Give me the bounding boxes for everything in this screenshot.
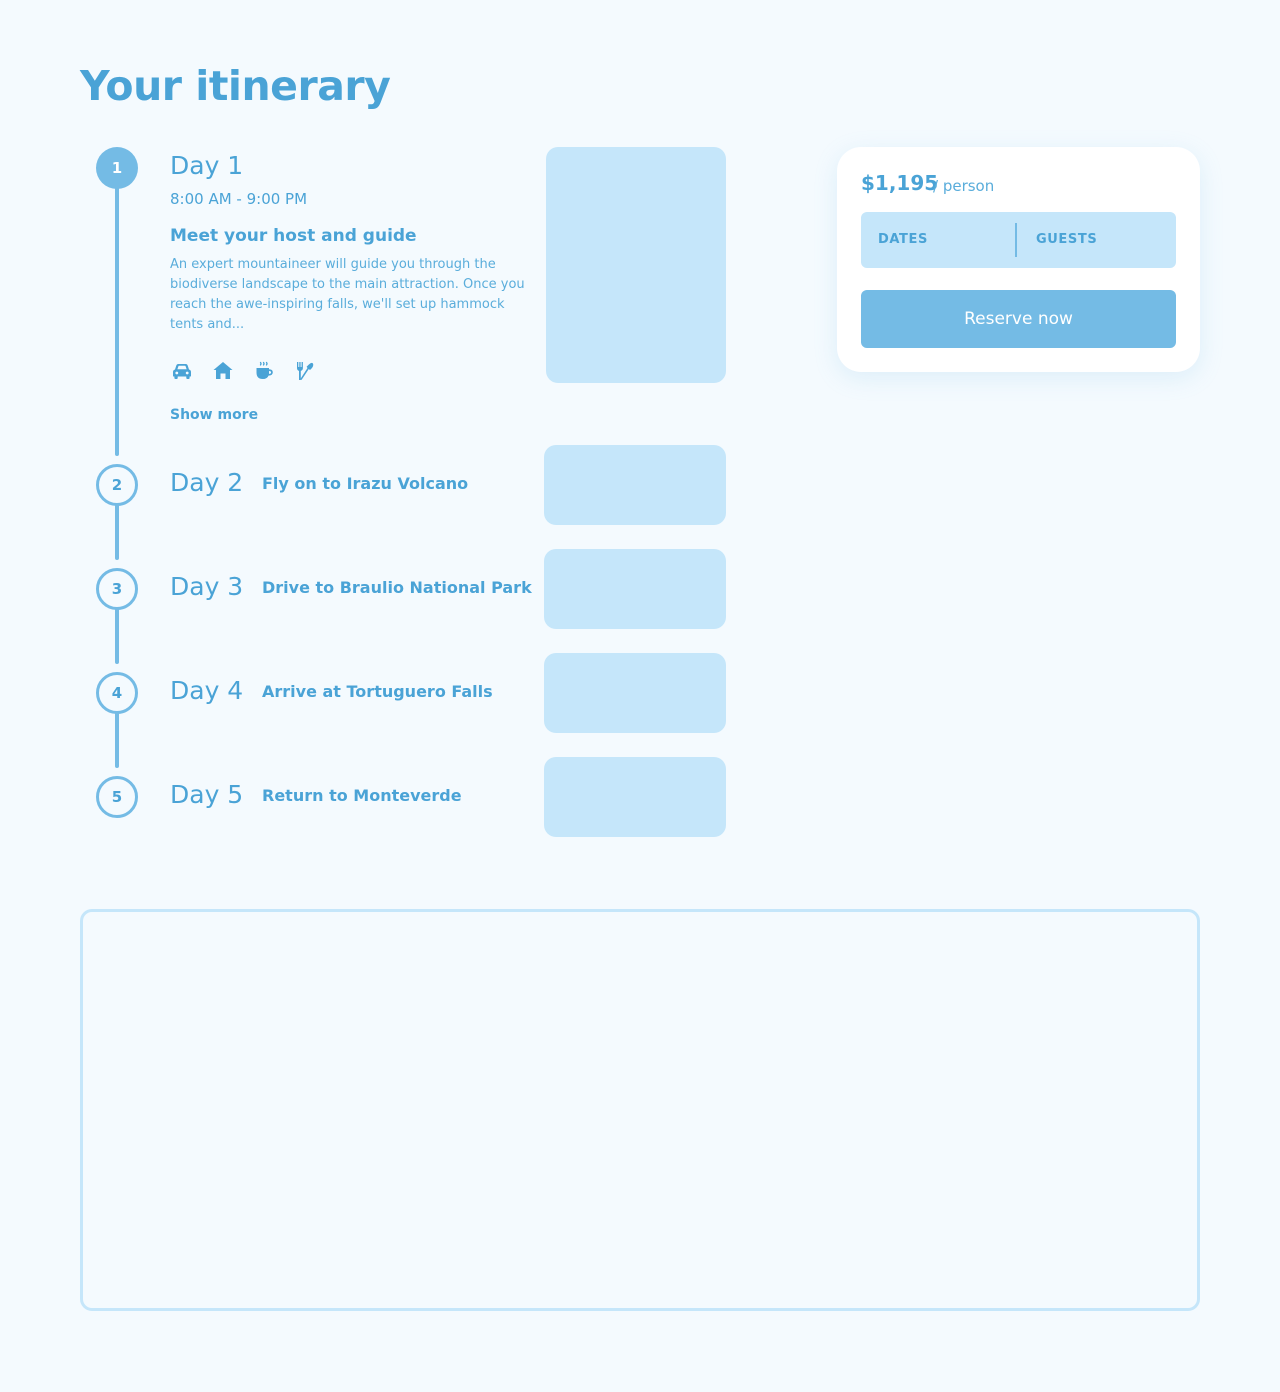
day-5-subtitle: Return to Monteverde xyxy=(262,786,462,805)
day-4-image xyxy=(544,653,726,733)
day-4-subtitle: Arrive at Tortuguero Falls xyxy=(262,682,493,701)
show-more-link[interactable]: Show more xyxy=(170,407,258,423)
car-icon xyxy=(173,364,191,379)
day-3-title[interactable]: Day 3 xyxy=(170,572,243,601)
timeline-line xyxy=(115,170,119,456)
dining-icon xyxy=(297,362,314,380)
day-4-title[interactable]: Day 4 xyxy=(170,676,243,705)
dates-field[interactable]: DATES xyxy=(878,232,928,247)
amenities-list xyxy=(170,359,317,383)
day-2-step-marker[interactable]: 2 xyxy=(96,464,138,506)
day-1-description: An expert mountaineer will guide you thr… xyxy=(170,257,525,332)
day-2-subtitle: Fly on to Irazu Volcano xyxy=(262,474,469,493)
day-2-image xyxy=(544,445,726,525)
price: $1,195 xyxy=(861,171,939,195)
day-1-heading: Meet your host and guide xyxy=(170,226,417,246)
house-icon xyxy=(213,362,233,379)
guests-field[interactable]: GUESTS xyxy=(1036,232,1097,247)
day-5-image xyxy=(544,757,726,837)
content-panel xyxy=(80,909,1200,1311)
day-3-step-marker[interactable]: 3 xyxy=(96,568,138,610)
day-2-title[interactable]: Day 2 xyxy=(170,468,243,497)
day-1-image xyxy=(546,147,726,383)
day-4-step-marker[interactable]: 4 xyxy=(96,672,138,714)
day-3-subtitle: Drive to Braulio National Park xyxy=(262,578,532,597)
day-5-step-marker[interactable]: 5 xyxy=(96,776,138,818)
day-5-title[interactable]: Day 5 xyxy=(170,780,243,809)
day-1-time: 8:00 AM - 9:00 PM xyxy=(170,190,308,208)
coffee-icon xyxy=(256,361,273,379)
day-1-step-marker[interactable]: 1 xyxy=(96,147,138,189)
booking-card: $1,195 / person DATES GUESTS Reserve now xyxy=(837,147,1200,372)
day-1-title: Day 1 xyxy=(170,151,244,180)
price-unit: / person xyxy=(933,177,995,195)
picker-divider xyxy=(1015,223,1017,257)
dates-guests-picker: DATES GUESTS xyxy=(861,212,1176,268)
reserve-button[interactable]: Reserve now xyxy=(861,290,1176,348)
day-3-image xyxy=(544,549,726,629)
page-title: Your itinerary xyxy=(80,62,391,110)
